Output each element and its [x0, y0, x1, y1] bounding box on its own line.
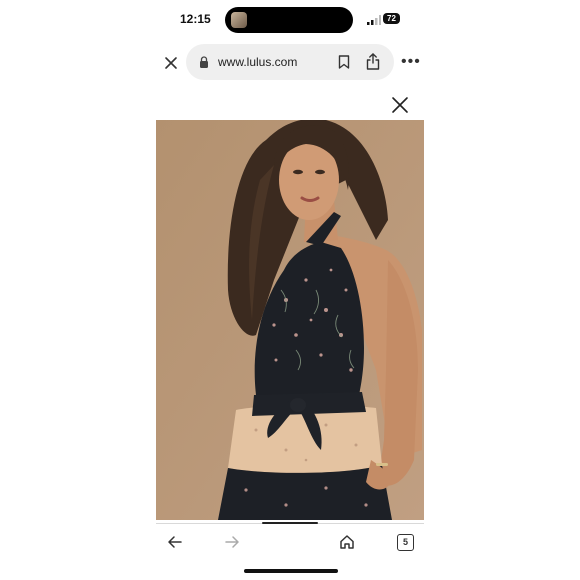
forward-arrow-icon[interactable]: [224, 534, 240, 550]
bookmark-icon[interactable]: [338, 55, 350, 69]
now-playing-thumbnail: [231, 12, 247, 28]
product-illustration: [156, 120, 424, 520]
url-text[interactable]: www.lulus.com: [218, 55, 297, 69]
address-bar[interactable]: www.lulus.com: [186, 44, 394, 80]
lock-icon: [200, 56, 208, 68]
scroll-indicator: [262, 522, 318, 524]
battery-icon: 72: [383, 13, 400, 24]
home-icon[interactable]: [339, 534, 355, 550]
product-image: [156, 120, 424, 520]
status-time: 12:15: [180, 12, 211, 26]
signal-icon: [367, 15, 381, 25]
share-icon[interactable]: [366, 53, 380, 70]
close-icon[interactable]: [391, 96, 409, 114]
close-icon[interactable]: [164, 56, 178, 70]
back-arrow-icon[interactable]: [167, 534, 183, 550]
tabs-icon[interactable]: 5: [397, 534, 414, 551]
home-indicator: [244, 569, 338, 573]
dynamic-island: [225, 7, 353, 33]
more-icon[interactable]: •••: [401, 54, 421, 70]
